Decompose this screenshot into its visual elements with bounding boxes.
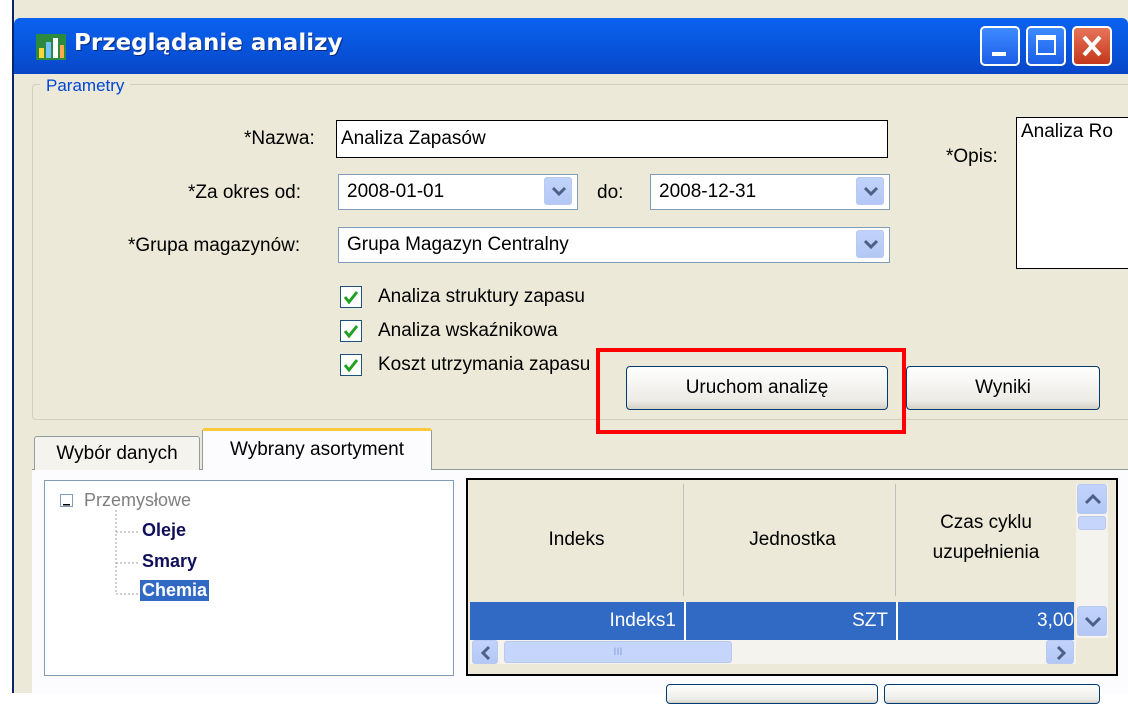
row-unit-cell: SZT bbox=[852, 610, 888, 631]
warehouse-group-dropdown-button[interactable] bbox=[856, 230, 884, 258]
period-to-date-picker[interactable]: 2008-12-31 bbox=[650, 174, 890, 210]
maximize-icon bbox=[1036, 35, 1056, 55]
chart-icon bbox=[36, 34, 66, 60]
checkmark-icon bbox=[343, 325, 359, 339]
tab-data-selection[interactable]: Wybór danych bbox=[34, 436, 200, 470]
bottom-button-right[interactable] bbox=[884, 684, 1100, 704]
column-header-unit[interactable]: Jednostka bbox=[690, 484, 896, 596]
chevron-down-icon bbox=[551, 186, 567, 197]
description-label: *Opis: bbox=[946, 146, 998, 167]
warehouse-group-label: *Grupa magazynów: bbox=[128, 235, 301, 256]
collapse-icon[interactable] bbox=[60, 494, 73, 507]
warehouse-group-select[interactable]: Grupa Magazyn Centralny bbox=[338, 227, 890, 263]
tab-selected-assortment[interactable]: Wybrany asortyment bbox=[202, 428, 432, 470]
bottom-button-left[interactable] bbox=[666, 684, 878, 704]
chevron-right-icon bbox=[1056, 645, 1067, 661]
ratio-analysis-label: Analiza wskaźnikowa bbox=[378, 320, 558, 341]
desktop-edge bbox=[0, 0, 12, 693]
chevron-down-icon bbox=[863, 239, 879, 250]
period-to-dropdown-button[interactable] bbox=[856, 177, 884, 205]
scroll-down-button[interactable] bbox=[1077, 606, 1107, 636]
period-from-value: 2008-01-01 bbox=[347, 181, 445, 202]
period-to-value: 2008-12-31 bbox=[659, 181, 757, 202]
scroll-up-button[interactable] bbox=[1077, 484, 1107, 514]
minimize-icon bbox=[992, 52, 1006, 56]
warehouse-group-value: Grupa Magazyn Centralny bbox=[347, 234, 569, 255]
tree-node-chemia[interactable]: Chemia bbox=[140, 580, 210, 601]
results-button[interactable]: Wyniki bbox=[906, 366, 1100, 410]
tree-node-smary[interactable]: Smary bbox=[142, 551, 197, 572]
chevron-up-icon bbox=[1084, 493, 1102, 505]
parameters-group-label: Parametry bbox=[40, 76, 131, 96]
checkmark-icon bbox=[343, 359, 359, 373]
name-label: *Nazwa: bbox=[244, 128, 315, 149]
window-title: Przeglądanie analizy bbox=[74, 30, 343, 56]
row-index-cell: Indeks1 bbox=[609, 610, 676, 631]
highlight-box bbox=[596, 348, 906, 434]
row-cycle-cell: 3,00 bbox=[1037, 610, 1074, 631]
chevron-down-icon bbox=[863, 186, 879, 197]
period-from-label: *Za okres od: bbox=[188, 182, 301, 203]
chevron-left-icon bbox=[480, 645, 491, 661]
tree-lines bbox=[115, 510, 138, 595]
scroll-left-button[interactable] bbox=[472, 640, 498, 664]
period-from-dropdown-button[interactable] bbox=[544, 177, 572, 205]
vertical-scroll-thumb[interactable] bbox=[1078, 516, 1106, 530]
chevron-down-icon bbox=[1084, 616, 1102, 628]
tree-node-oleje[interactable]: Oleje bbox=[142, 520, 186, 541]
structure-analysis-label: Analiza struktury zapasu bbox=[378, 286, 585, 307]
column-header-index[interactable]: Indeks bbox=[470, 484, 684, 596]
column-header-cycle-time[interactable]: Czas cyklu uzupełnienia bbox=[898, 508, 1074, 568]
cell-divider bbox=[684, 602, 686, 640]
period-to-label: do: bbox=[597, 182, 624, 203]
scroll-right-button[interactable] bbox=[1046, 640, 1074, 664]
structure-analysis-checkbox[interactable] bbox=[340, 286, 362, 308]
ratio-analysis-checkbox[interactable] bbox=[340, 320, 362, 342]
holding-cost-checkbox[interactable] bbox=[340, 354, 362, 376]
holding-cost-label: Koszt utrzymania zapasu bbox=[378, 354, 591, 375]
minimize-button[interactable] bbox=[980, 26, 1020, 66]
period-from-date-picker[interactable]: 2008-01-01 bbox=[338, 174, 578, 210]
close-button[interactable] bbox=[1072, 26, 1112, 66]
close-icon bbox=[1082, 35, 1102, 57]
name-field[interactable]: Analiza Zapasów bbox=[336, 120, 888, 158]
description-field[interactable]: Analiza Ro bbox=[1016, 117, 1128, 269]
checkmark-icon bbox=[343, 291, 359, 305]
horizontal-scroll-thumb[interactable]: III bbox=[504, 641, 732, 663]
maximize-button[interactable] bbox=[1026, 26, 1066, 66]
